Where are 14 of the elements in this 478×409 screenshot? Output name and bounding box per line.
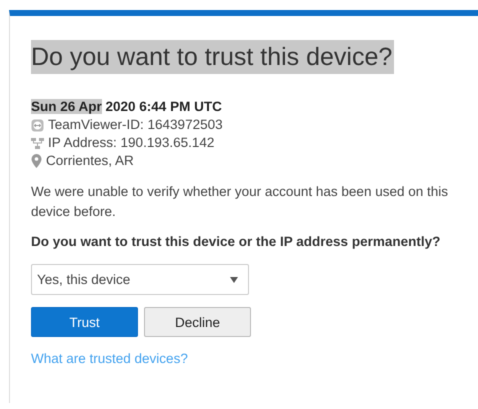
network-icon — [31, 136, 44, 150]
trust-select[interactable]: Yes, this device — [31, 264, 249, 295]
location-pin-icon — [31, 154, 42, 168]
question-text: Do you want to trust this device or the IP address permanently? — [31, 233, 442, 251]
detail-text: IP Address: 190.193.65.142 — [48, 134, 214, 152]
arrows-icon — [31, 118, 44, 132]
dialog-title: Do you want to trust this device? — [31, 40, 394, 74]
caret-icon — [230, 276, 238, 282]
detail-text: TeamViewer-ID: 1643972503 — [48, 116, 223, 134]
trust-button[interactable]: Trust — [31, 307, 138, 337]
message-text: We were unable to verify whether your account has been used on this device before. — [31, 183, 449, 221]
date-time: Sun 26 Apr 2020 6:44 PM UTC — [31, 98, 223, 116]
detail-text: Corrientes, AR — [46, 152, 134, 170]
decline-button[interactable]: Decline — [144, 307, 251, 337]
